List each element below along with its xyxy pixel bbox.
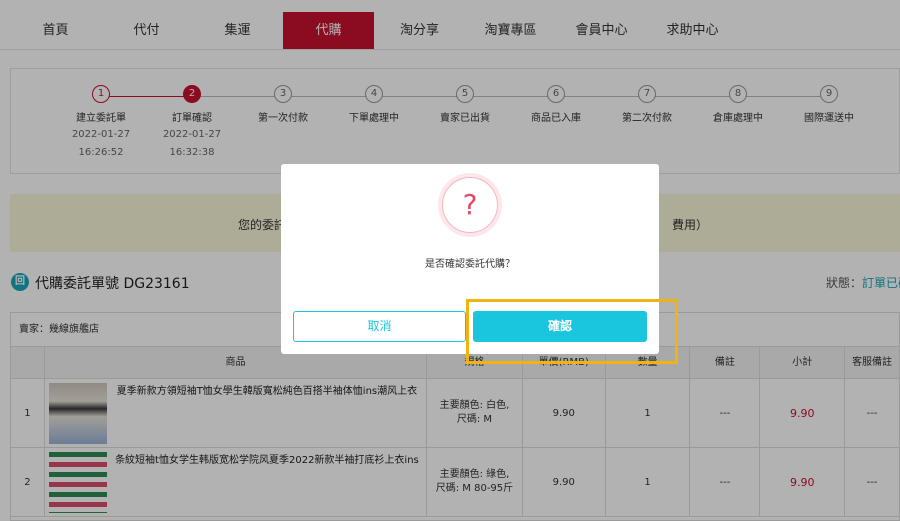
question-mark-glyph: ?	[462, 188, 478, 221]
highlight-box	[466, 299, 678, 364]
confirm-message: 是否確認委託代購？	[425, 259, 515, 270]
cancel-button[interactable]: 取消	[293, 311, 466, 342]
question-icon: ?	[442, 177, 498, 233]
